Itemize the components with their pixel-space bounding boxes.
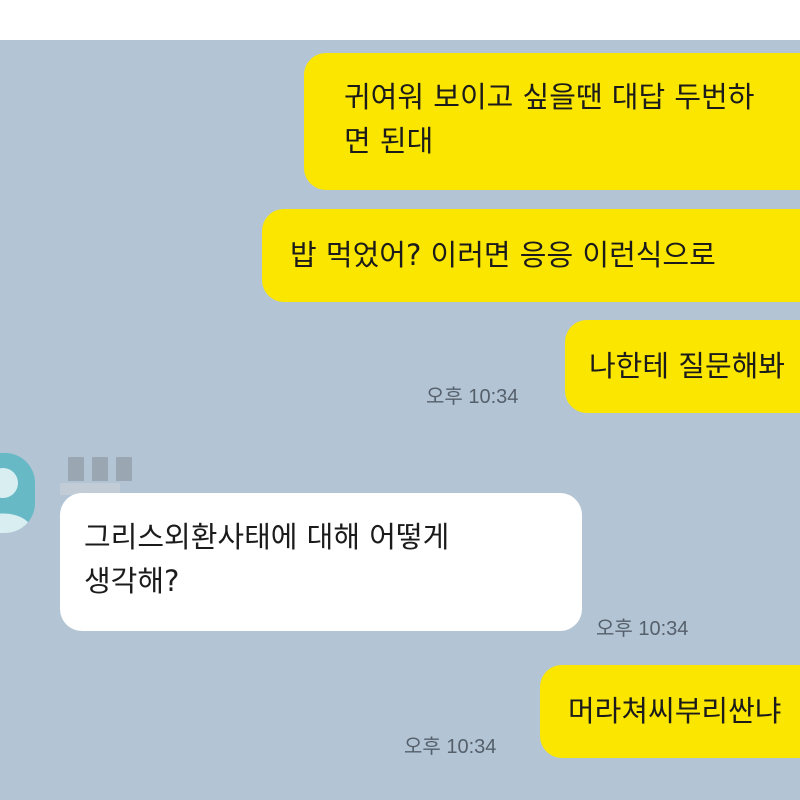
friend-name-pixelated [60, 453, 142, 495]
friend-avatar[interactable] [0, 453, 35, 533]
my-message-bubble[interactable]: 나한테 질문해봐 [565, 320, 800, 413]
message-text-line: 귀여워 보이고 싶을땐 대답 두번하 [344, 80, 755, 114]
chat-screen: 귀여워 보이고 싶을땐 대답 두번하 면 된대 밥 먹었어? 이러면 응응 이런… [0, 0, 800, 800]
message-timestamp: 오후 10:34 [596, 618, 689, 640]
chat-area[interactable]: 귀여워 보이고 싶을땐 대답 두번하 면 된대 밥 먹었어? 이러면 응응 이런… [0, 40, 800, 800]
my-message-bubble[interactable]: 머라쳐씨부리싼냐 [540, 665, 800, 758]
message-text-line: 나한테 질문해봐 [589, 349, 785, 383]
message-text-line: 밥 먹었어? 이러면 응응 이런식으로 [290, 238, 716, 272]
my-message-bubble[interactable]: 귀여워 보이고 싶을땐 대답 두번하 면 된대 [304, 53, 800, 190]
message-timestamp: 오후 10:34 [404, 736, 497, 758]
my-message-bubble[interactable]: 밥 먹었어? 이러면 응응 이런식으로 [262, 209, 800, 302]
message-text-line: 생각해? [84, 564, 180, 598]
default-profile-icon [0, 468, 33, 533]
friend-message-bubble[interactable]: 그리스외환사태에 대해 어떻게 생각해? [60, 493, 582, 631]
message-text-line: 그리스외환사태에 대해 어떻게 [84, 520, 450, 554]
message-timestamp: 오후 10:34 [426, 386, 519, 408]
message-text-line: 면 된대 [344, 124, 434, 158]
message-text-line: 머라쳐씨부리싼냐 [568, 694, 782, 728]
